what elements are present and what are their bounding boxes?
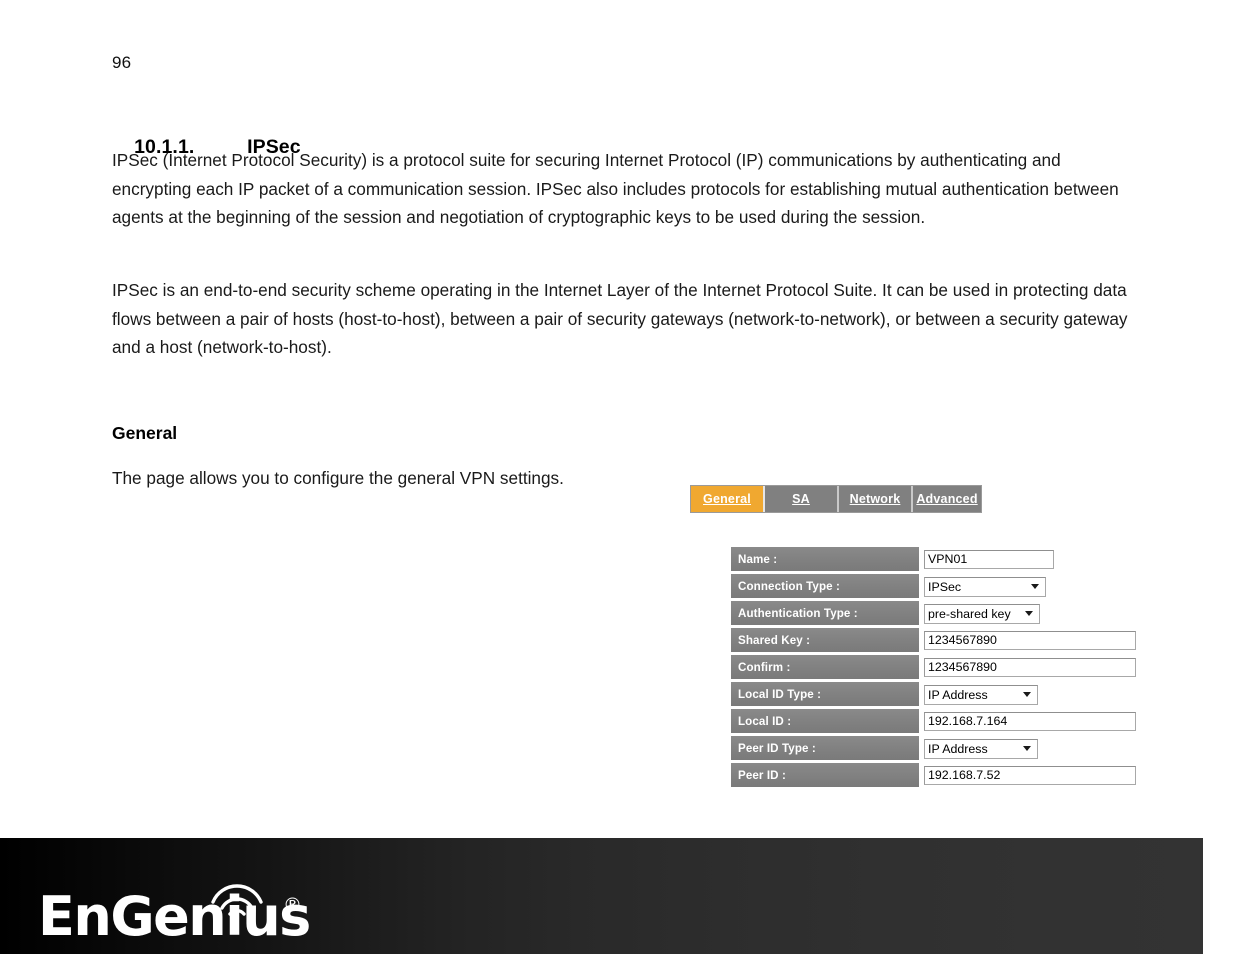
confirm-input[interactable]: 1234567890 (924, 658, 1136, 677)
label-name: Name : (731, 547, 919, 572)
tab-sa[interactable]: SA (765, 486, 839, 512)
field-authentication-type-container: pre-shared key (919, 601, 1140, 626)
form-row-peer-id-type: Peer ID Type : IP Address (731, 736, 1140, 761)
peer-id-input[interactable]: 192.168.7.52 (924, 766, 1136, 785)
page-number: 96 (112, 53, 132, 72)
local-id-type-select[interactable]: IP Address (924, 684, 1038, 705)
engenius-logo: EnGenius ® (38, 880, 311, 948)
local-id-input[interactable]: 192.168.7.164 (924, 712, 1136, 731)
authentication-type-value: pre-shared key (928, 606, 1011, 621)
form-row-peer-id: Peer ID : 192.168.7.52 (731, 763, 1140, 788)
chevron-down-icon (1025, 611, 1033, 616)
label-confirm: Confirm : (731, 655, 919, 680)
connection-type-value: IPSec (928, 579, 962, 594)
field-peer-id-type-container: IP Address (919, 736, 1140, 761)
paragraph-ipsec-definition: IPSec (Internet Protocol Security) is a … (112, 150, 1119, 228)
vpn-general-form: Name : VPN01 Connection Type : IPSec Aut… (731, 547, 1140, 790)
tab-bar: General SA Network Advanced (690, 485, 982, 513)
brand-name: EnGenius (38, 885, 311, 948)
form-row-connection-type: Connection Type : IPSec (731, 574, 1140, 599)
chevron-down-icon (1031, 584, 1039, 589)
peer-id-type-value: IP Address (928, 741, 988, 756)
form-row-authentication-type: Authentication Type : pre-shared key (731, 601, 1140, 626)
label-shared-key: Shared Key : (731, 628, 919, 653)
chevron-down-icon (1023, 692, 1031, 697)
peer-id-type-select[interactable]: IP Address (924, 738, 1038, 759)
chevron-down-icon (1023, 746, 1031, 751)
label-authentication-type: Authentication Type : (731, 601, 919, 626)
subsection-intro-text: The page allows you to configure the gen… (112, 468, 564, 488)
form-row-name: Name : VPN01 (731, 547, 1140, 572)
label-peer-id: Peer ID : (731, 763, 919, 788)
form-row-confirm: Confirm : 1234567890 (731, 655, 1140, 680)
wifi-arcs-icon (211, 884, 263, 916)
tab-general[interactable]: General (691, 486, 765, 512)
field-shared-key-container: 1234567890 (919, 628, 1140, 653)
local-id-type-value: IP Address (928, 687, 988, 702)
name-input[interactable]: VPN01 (924, 550, 1054, 569)
label-peer-id-type: Peer ID Type : (731, 736, 919, 761)
label-local-id-type: Local ID Type : (731, 682, 919, 707)
vpn-configuration-screenshot: General SA Network Advanced Name : VPN01… (690, 485, 1140, 805)
field-local-id-container: 192.168.7.164 (919, 709, 1140, 734)
field-connection-type-container: IPSec (919, 574, 1140, 599)
subsection-heading-general: General (112, 423, 178, 443)
connection-type-select[interactable]: IPSec (924, 576, 1046, 597)
document-page: 96 10.1.1. IPSec IPSec (Internet Protocol… (0, 0, 1235, 838)
label-local-id: Local ID : (731, 709, 919, 734)
form-row-local-id-type: Local ID Type : IP Address (731, 682, 1140, 707)
tab-network[interactable]: Network (839, 486, 913, 512)
field-local-id-type-container: IP Address (919, 682, 1140, 707)
registered-trademark-icon: ® (283, 894, 302, 916)
authentication-type-select[interactable]: pre-shared key (924, 603, 1040, 624)
field-name-container: VPN01 (919, 547, 1140, 572)
field-confirm-container: 1234567890 (919, 655, 1140, 680)
field-peer-id-container: 192.168.7.52 (919, 763, 1140, 788)
tab-advanced[interactable]: Advanced (913, 486, 981, 512)
form-row-local-id: Local ID : 192.168.7.164 (731, 709, 1140, 734)
form-row-shared-key: Shared Key : 1234567890 (731, 628, 1140, 653)
paragraph-ipsec-scheme: IPSec is an end-to-end security scheme o… (112, 280, 1128, 358)
shared-key-input[interactable]: 1234567890 (924, 631, 1136, 650)
label-connection-type: Connection Type : (731, 574, 919, 599)
